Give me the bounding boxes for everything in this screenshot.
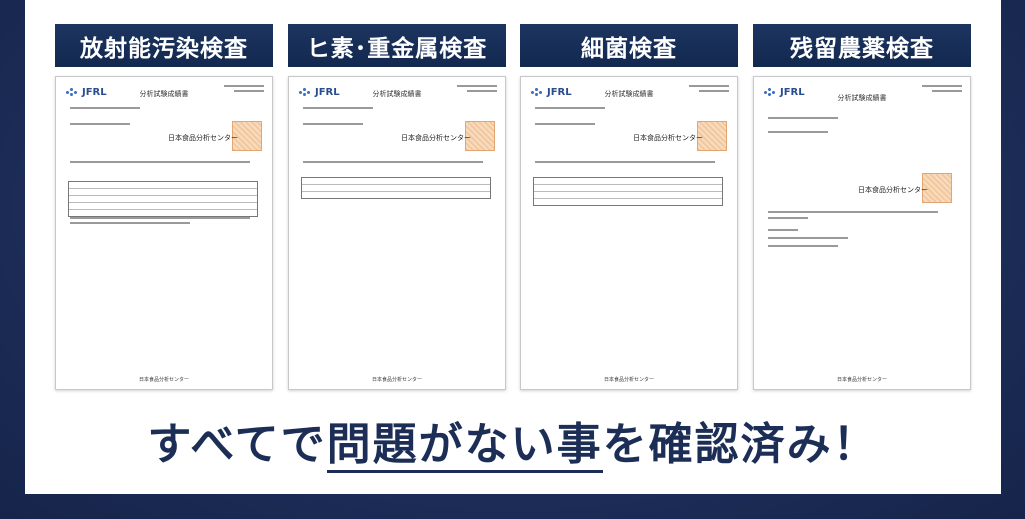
results-table — [68, 181, 258, 217]
analysis-report-document: JFRL 分析試験成績書 日本食品分析センター 日本食品分析センター — [753, 76, 971, 390]
results-table — [301, 177, 491, 199]
center-name: 日本食品分析センター — [858, 186, 928, 194]
report-meta — [689, 85, 729, 95]
caption-part-3: を確認済み！ — [602, 419, 879, 470]
card-radiation-test: 放射能汚染検査 JFRL 分析試験成績書 日本食品分析センター 日本食品分析セン… — [55, 24, 273, 390]
report-footer: 日本食品分析センター — [371, 377, 422, 383]
caption-part-2-underlined: 問題がない事 — [326, 419, 603, 473]
report-meta — [457, 85, 497, 95]
summary-caption: すべてで問題がない事を確認済み！ — [25, 408, 1001, 473]
report-footer: 日本食品分析センター — [138, 377, 189, 383]
analysis-report-document: JFRL 分析試験成績書 日本食品分析センター 日本食品分析センター — [520, 76, 738, 390]
report-footer: 日本食品分析センター — [603, 377, 654, 383]
report-meta — [922, 85, 962, 95]
card-arsenic-heavy-metal-test: ヒ素･重金属検査 JFRL 分析試験成績書 日本食品分析センター 日本食品分析セ… — [288, 24, 506, 390]
report-meta — [224, 85, 264, 95]
center-name: 日本食品分析センター — [401, 134, 471, 142]
analysis-report-document: JFRL 分析試験成績書 日本食品分析センター 日本食品分析センター — [55, 76, 273, 390]
card-bacteria-test: 細菌検査 JFRL 分析試験成績書 日本食品分析センター 日本食品分析センター — [520, 24, 738, 390]
card-pesticide-residue-test: 残留農薬検査 JFRL 分析試験成績書 日本食品分析センター 日本食品分析センタ… — [753, 24, 971, 390]
card-title: ヒ素･重金属検査 — [288, 24, 506, 67]
report-footer: 日本食品分析センター — [836, 377, 887, 383]
analysis-report-document: JFRL 分析試験成績書 日本食品分析センター 日本食品分析センター — [288, 76, 506, 390]
card-title: 放射能汚染検査 — [55, 24, 273, 67]
center-name: 日本食品分析センター — [633, 134, 703, 142]
results-table — [533, 177, 723, 206]
card-title: 細菌検査 — [520, 24, 738, 67]
caption-part-1: すべてで — [147, 419, 327, 470]
card-title: 残留農薬検査 — [753, 24, 971, 67]
center-name: 日本食品分析センター — [168, 134, 238, 142]
